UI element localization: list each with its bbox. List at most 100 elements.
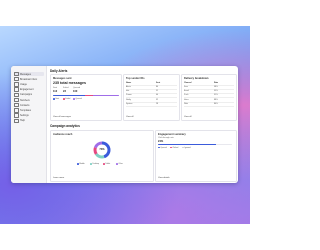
sidebar-item-label: Numbers	[20, 98, 30, 102]
legend-swatch	[73, 98, 75, 100]
chart-icon	[14, 82, 19, 87]
template-icon	[14, 108, 19, 113]
legend-label: Mobile	[79, 163, 85, 165]
sidebar-item-campaigns[interactable]: Campaigns	[14, 92, 44, 98]
sidebar-item-label: Templates	[20, 108, 31, 112]
legend-label: Desktop	[92, 163, 99, 165]
legend-item: Ignored	[182, 147, 191, 149]
view-details-link[interactable]: View details	[158, 177, 170, 179]
table-cell: Web	[184, 103, 188, 106]
sidebar-item-label: Usage	[20, 82, 27, 86]
top-senders-card: Top sender IDs Name Sent Alerts 84 Info 51 Pro…	[123, 74, 180, 121]
column-header: Name	[126, 81, 132, 84]
table-cell: Sms	[184, 85, 188, 88]
page-title: Daily Alerts	[50, 69, 68, 73]
table-cell: 84	[156, 85, 159, 88]
view-all-messages-link[interactable]: View all messages	[53, 116, 71, 118]
inbox-icon	[14, 76, 19, 82]
legend-label: Other	[118, 163, 123, 165]
legend-item: Other	[116, 163, 123, 165]
engagement-value: 24%	[158, 139, 164, 143]
messages-card: Messages sent 235 total messages Sent 11…	[50, 74, 122, 121]
sidebar: Messages Broadcast inbox Usage Engagement Ca…	[11, 66, 47, 183]
sidebar-item-label: Settings	[20, 114, 29, 118]
sidebar-item-messages[interactable]: Messages	[14, 71, 44, 77]
legend-label: Tablet	[105, 163, 111, 165]
sidebar-item-contacts[interactable]: Contacts	[14, 102, 44, 108]
sidebar-item-label: Contacts	[20, 103, 30, 107]
engagement-card: Engagement summary Click-through rate 24…	[155, 130, 237, 182]
table-cell: 88%	[214, 98, 218, 101]
sidebar-item-settings[interactable]: Settings	[14, 113, 44, 118]
table-cell: Push	[184, 94, 189, 97]
table-cell: 28	[156, 103, 159, 106]
legend-item: Tablet	[103, 163, 110, 165]
legend-item: Desktop	[90, 163, 99, 165]
audience-reach-card: Audience reach 73% Mobile Desktop Tablet Ot…	[50, 130, 154, 182]
sidebar-item-engagement[interactable]: Engagement	[14, 87, 44, 92]
table-cell: Email	[184, 89, 189, 92]
sidebar-item-label: Messages	[20, 72, 31, 76]
sidebar-item-label: Broadcast inbox	[20, 77, 38, 81]
legend-label: Clicked	[172, 146, 179, 149]
megaphone-icon	[14, 92, 19, 98]
stat-value-queued: 100	[73, 89, 78, 93]
messages-bar-segment	[53, 95, 85, 97]
table-row[interactable]: Web 86%	[184, 103, 234, 108]
sidebar-item-usage[interactable]: Usage	[14, 82, 44, 87]
table-cell: System	[126, 103, 133, 106]
messages-card-title: Messages sent	[53, 77, 72, 80]
donut-center-value: 73%	[99, 147, 105, 151]
delivery-view-all-link[interactable]: View all	[184, 116, 192, 118]
legend-item: Queued	[73, 98, 82, 100]
legend-label: Ignored	[184, 146, 191, 149]
table-cell: Info	[126, 89, 130, 92]
section-title-analytics: Campaign analytics	[50, 124, 80, 128]
table-cell: 40	[156, 94, 159, 97]
table-cell: 98%	[214, 85, 218, 88]
table-cell: Promo	[126, 94, 132, 97]
messages-bar-segment	[84, 95, 93, 97]
app-window: Messages Broadcast inbox Usage Engagement Ca…	[11, 66, 238, 183]
column-header: Rate	[214, 81, 219, 84]
sidebar-item-label: Campaigns	[20, 93, 33, 97]
delivery-card: Delivery breakdown Channel Rate Sms 98% Emai…	[181, 74, 237, 121]
table-cell: 32	[156, 98, 159, 101]
table-cell: Voice	[184, 98, 189, 101]
legend-label: Queued	[75, 98, 82, 100]
table-row[interactable]: System 28	[126, 103, 177, 108]
legend-item: Mobile	[77, 163, 85, 165]
legend-swatch	[182, 146, 184, 149]
engagement-progress-fill	[158, 143, 216, 145]
stat-value-sent: 112	[53, 89, 58, 93]
sidebar-item-broadcast-inbox[interactable]: Broadcast inbox	[14, 76, 44, 82]
column-header: Sent	[156, 81, 161, 84]
table-cell: 95%	[214, 89, 218, 92]
table-cell: Alerts	[126, 85, 131, 88]
delivery-title: Delivery breakdown	[184, 77, 209, 80]
sidebar-item-label: Help	[20, 119, 25, 123]
engagement-progress-bar	[158, 143, 232, 145]
sidebar-item-numbers[interactable]: Numbers	[14, 97, 44, 103]
sidebar-item-templates[interactable]: Templates	[14, 108, 44, 113]
gear-icon	[14, 113, 19, 118]
legend-item: Clicked	[170, 147, 178, 149]
mail-icon	[14, 71, 19, 77]
table-cell: 91%	[214, 94, 218, 97]
sidebar-item-label: Engagement	[20, 88, 34, 92]
total-messages: 235 total messages	[53, 81, 86, 85]
column-header: Channel	[184, 81, 192, 84]
legend-label: Sent	[55, 98, 60, 100]
top-senders-view-all-link[interactable]: View all	[126, 116, 134, 118]
stat-value-failed: 23	[63, 89, 66, 93]
learn-more-link[interactable]: Learn more	[53, 177, 64, 179]
engagement-title: Engagement summary	[158, 133, 186, 136]
legend-swatch	[170, 146, 172, 149]
messages-breakdown-bar	[53, 95, 119, 97]
legend-item: Opened	[158, 147, 167, 149]
table-cell: 86%	[214, 103, 218, 106]
sidebar-item-help[interactable]: Help	[14, 118, 44, 124]
legend-label: Opened	[160, 146, 167, 149]
legend-swatch	[63, 98, 65, 100]
audience-reach-title: Audience reach	[53, 133, 73, 136]
